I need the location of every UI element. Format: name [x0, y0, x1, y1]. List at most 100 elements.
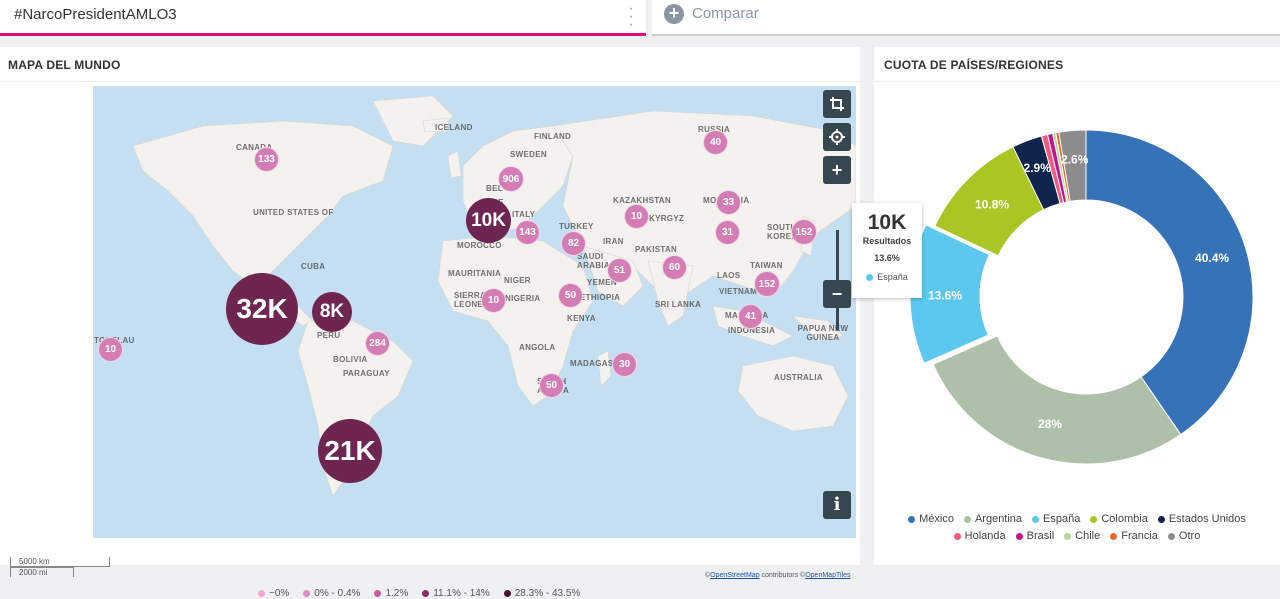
pie-legend-item[interactable]: Brasil — [1015, 530, 1054, 542]
legend-dot — [258, 590, 265, 597]
zoom-out-button[interactable]: − — [823, 280, 851, 308]
tooltip-percent: 13.6% — [874, 253, 900, 263]
legend-label: 28.3% - 43.5% — [514, 588, 581, 599]
pie-legend-item[interactable]: Chile — [1064, 530, 1100, 542]
map-bubble[interactable]: 31 — [715, 220, 740, 245]
pie-legend-item[interactable]: España — [1032, 513, 1080, 525]
map-bubble[interactable]: 30 — [612, 352, 637, 377]
map-bubble[interactable]: 51 — [607, 258, 632, 283]
compare-tab[interactable]: + Comparar — [652, 0, 1280, 36]
map-legend-item[interactable]: 28.3% - 43.5% — [503, 588, 581, 599]
legend-dot — [1167, 532, 1175, 540]
map-bubble[interactable]: 50 — [539, 373, 564, 398]
place-label: IRAN — [603, 237, 624, 246]
donut-slice[interactable] — [1085, 129, 1254, 436]
place-label: ETHIOPIA — [580, 293, 621, 302]
legend-label: Francia — [1121, 530, 1158, 542]
pie-legend-item[interactable]: Holanda — [953, 530, 1006, 542]
info-button[interactable]: i — [823, 491, 851, 519]
zoom-in-button[interactable]: + — [823, 156, 851, 184]
pie-legend: México Argentina España Colombia Estados Uni… — [874, 513, 1280, 547]
map-bubble[interactable]: 284 — [365, 331, 390, 356]
query-text[interactable]: #NarcoPresidentAMLO3 — [14, 6, 177, 23]
compare-label[interactable]: Comparar — [692, 5, 759, 22]
panel-divider — [874, 81, 1280, 82]
openmaptiles-link[interactable]: OpenMapTiles — [805, 572, 850, 579]
map-bubble[interactable]: 10 — [624, 204, 649, 229]
crop-icon[interactable] — [823, 90, 851, 118]
legend-dot — [303, 590, 311, 597]
map-bubble[interactable]: 152 — [754, 271, 780, 297]
legend-dot — [963, 515, 971, 523]
pie-legend-item[interactable]: Argentina — [963, 513, 1023, 525]
map-bubble[interactable]: 133 — [254, 147, 279, 172]
map-legend-item[interactable]: ~0% — [258, 588, 289, 599]
donut-chart[interactable]: 40.4% 28% 13.6% 10.8% 2.9% 2.6% — [874, 87, 1280, 467]
place-label: UNITED STATES OF — [253, 208, 334, 217]
slice-label: 28% — [1038, 417, 1062, 431]
top-bar: #NarcoPresidentAMLO3 · · · + Comparar — [0, 0, 1280, 40]
donut-slice[interactable] — [932, 335, 1182, 465]
legend-dot — [1064, 532, 1072, 540]
map-bubble[interactable]: 41 — [738, 304, 763, 329]
tooltip-value: 10K — [867, 211, 907, 234]
chart-tooltip: 10K Resultados 13.6% España — [852, 203, 922, 298]
place-label: NIGER — [504, 276, 531, 285]
map-bubble[interactable]: 8K — [312, 292, 352, 332]
legend-label: ~0% — [269, 588, 290, 599]
world-map[interactable]: CANADA UNITED STATES OF ICELAND FINLAND … — [93, 86, 856, 538]
map-scale: 5000 km 2000 mi — [10, 555, 110, 579]
crosshair-icon[interactable] — [823, 123, 851, 151]
map-bubble[interactable]: 10 — [98, 337, 123, 362]
pie-legend-item[interactable]: Estados Unidos — [1157, 513, 1246, 525]
place-label: MOROCCO — [457, 241, 502, 250]
pie-legend-item[interactable]: México — [908, 513, 954, 525]
map-bubble[interactable]: 21K — [318, 419, 382, 483]
map-legend-item[interactable]: 11.1% - 14% — [422, 588, 490, 599]
tooltip-series-name: España — [877, 272, 908, 282]
map-legend-item[interactable]: 1.2% — [374, 588, 408, 599]
panel-divider — [0, 81, 860, 82]
legend-dot — [422, 590, 430, 597]
map-bubble[interactable]: 152 — [791, 219, 817, 245]
pie-panel-title: CUOTA DE PAÍSES/REGIONES — [884, 58, 1064, 72]
map-legend-item[interactable]: 0% - 0.4% — [303, 588, 360, 599]
legend-label: Argentina — [974, 513, 1023, 525]
legend-label: Chile — [1075, 530, 1101, 542]
map-bubble[interactable]: 33 — [716, 190, 741, 215]
slice-label: 40.4% — [1195, 251, 1229, 265]
place-label: FINLAND — [534, 132, 572, 141]
pie-legend-item[interactable]: Colombia — [1090, 513, 1148, 525]
pie-legend-item[interactable]: Otro — [1167, 530, 1201, 542]
legend-label: Otro — [1178, 530, 1201, 542]
place-label: SRI LANKA — [655, 300, 702, 309]
map-bubble[interactable]: 10K — [466, 198, 511, 243]
map-panel-title: MAPA DEL MUNDO — [8, 58, 121, 72]
place-label: PARAGUAY — [343, 369, 390, 378]
osm-link[interactable]: OpenStreetMap — [710, 572, 759, 579]
map-bubble[interactable]: 10 — [481, 288, 506, 313]
map-bubble[interactable]: 32K — [226, 273, 298, 345]
map-bubble[interactable]: 82 — [561, 231, 586, 256]
legend-dot — [953, 532, 961, 540]
map-bubble[interactable]: 906 — [498, 166, 524, 192]
more-vertical-icon[interactable]: · · · — [626, 1, 636, 33]
tooltip-series-dot — [866, 273, 874, 281]
legend-label: Holanda — [964, 530, 1006, 542]
legend-dot — [1015, 532, 1023, 540]
plus-circle-icon[interactable]: + — [664, 4, 684, 24]
query-tab[interactable]: #NarcoPresidentAMLO3 · · · — [0, 0, 646, 36]
place-label: ANGOLA — [519, 343, 556, 352]
legend-label: Estados Unidos — [1168, 513, 1246, 525]
map-attribution: ©OpenStreetMap contributors ©OpenMapTile… — [705, 572, 850, 579]
map-bubble[interactable]: 143 — [515, 220, 540, 245]
place-label: KAZAKHSTAN — [613, 196, 671, 205]
place-label: VIETNAM — [719, 287, 758, 296]
map-bubble[interactable]: 60 — [662, 255, 687, 280]
pie-legend-item[interactable]: Francia — [1110, 530, 1158, 542]
place-label: MAURITANIA — [448, 269, 502, 278]
map-bubble[interactable]: 40 — [703, 130, 728, 155]
place-label: TAIWAN — [750, 261, 783, 270]
map-bubble[interactable]: 50 — [558, 283, 583, 308]
legend-dot — [503, 590, 511, 597]
